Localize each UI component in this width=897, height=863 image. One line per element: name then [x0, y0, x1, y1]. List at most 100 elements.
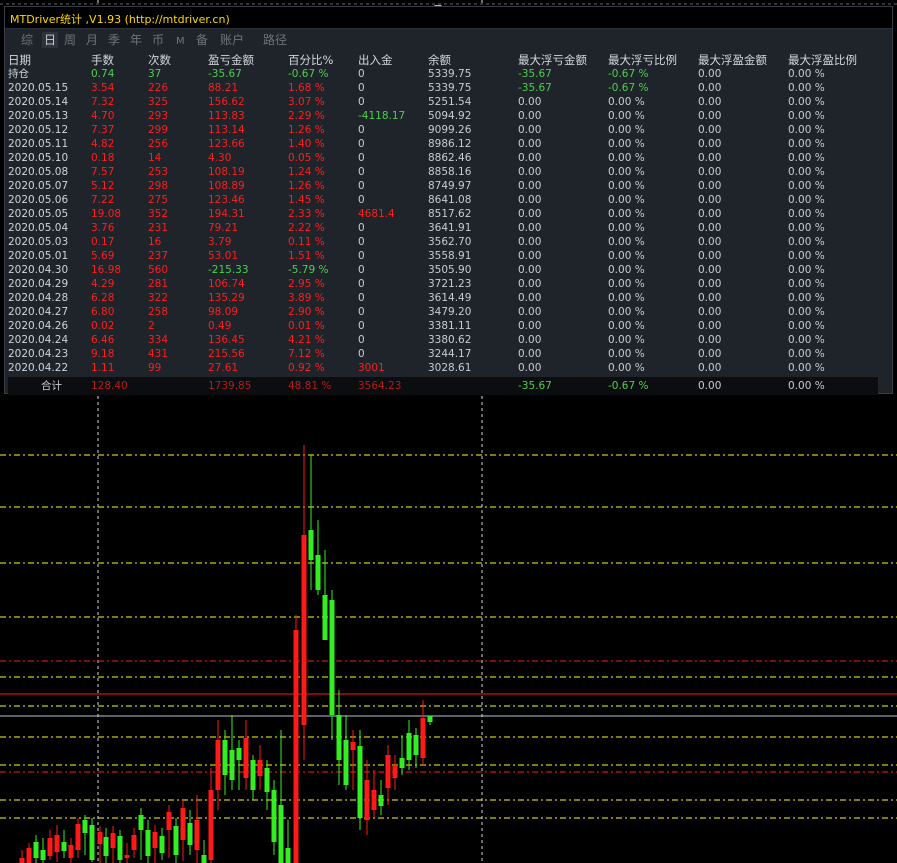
- table-cell: 0.00 %: [788, 222, 825, 234]
- table-row[interactable]: 2020.05.15 3.54 226 88.21 1.68 % 0 5339.75 -35.…: [8, 81, 878, 95]
- candle-body: [152, 832, 158, 848]
- total-cell: 128.40: [91, 377, 148, 395]
- tab-3[interactable]: 月: [86, 32, 98, 48]
- candle-body: [293, 630, 299, 863]
- candle-body: [350, 742, 356, 750]
- table-row[interactable]: 2020.05.06 7.22 275 123.46 1.45 % 0 8641.08 0.0…: [8, 193, 878, 207]
- candle-body: [343, 740, 349, 785]
- table-row[interactable]: 2020.05.03 0.17 16 3.79 0.11 % 0 3562.70 0.00 0.…: [8, 235, 878, 249]
- table-cell: 1.26 %: [288, 180, 325, 192]
- table-row[interactable]: 2020.05.12 7.37 299 113.14 1.26 % 0 9099.26 0.0…: [8, 123, 878, 137]
- table-row[interactable]: 持仓 0.74 37 -35.67 -0.67 % 0 5339.75 -35.67 -0.67…: [8, 67, 878, 81]
- table-cell: 113.14: [208, 124, 245, 136]
- tab-10[interactable]: 路径: [263, 32, 287, 48]
- panel-title-bar[interactable]: MTDriver统计 ,V1.93 (http://mtdriver.cn): [5, 7, 892, 29]
- header-cell: 日期: [8, 52, 31, 67]
- table-cell: 2020.05.12: [8, 124, 69, 136]
- table-row[interactable]: 2020.05.01 5.69 237 53.01 1.51 % 0 3558.91 0.00…: [8, 249, 878, 263]
- candle-body: [222, 740, 228, 775]
- table-cell: 37: [148, 68, 162, 80]
- table-cell: 2020.04.28: [8, 292, 69, 304]
- table-row[interactable]: 2020.05.14 7.32 325 156.62 3.07 % 0 5251.54 0.0…: [8, 95, 878, 109]
- table-row[interactable]: 2020.04.24 6.46 334 136.45 4.21 % 0 3380.62 0.0…: [8, 333, 878, 347]
- table-cell: -0.67 %: [608, 82, 649, 94]
- table-row[interactable]: 2020.05.04 3.76 231 79.21 2.22 % 0 3641.91 0.00…: [8, 221, 878, 235]
- table-cell: 135.29: [208, 292, 245, 304]
- table-cell: 2020.04.30: [8, 264, 69, 276]
- tab-2[interactable]: 周: [64, 32, 76, 48]
- table-cell: -4118.17: [358, 110, 406, 122]
- candle-body: [243, 738, 249, 778]
- table-cell: 6.80: [91, 306, 115, 318]
- header-cell: 百分比%: [288, 52, 334, 67]
- table-row[interactable]: 2020.05.10 0.18 14 4.30 0.05 % 0 8862.46 0.00 0.…: [8, 151, 878, 165]
- tab-7[interactable]: M: [176, 34, 185, 50]
- table-cell: 1.24 %: [288, 166, 325, 178]
- tab-4[interactable]: 季: [108, 32, 120, 48]
- table-cell: 0.00 %: [608, 110, 645, 122]
- table-cell: 0.00: [698, 96, 722, 108]
- table-row[interactable]: 2020.04.22 1.11 99 27.61 0.92 % 3001 3028.61 0.…: [8, 361, 878, 375]
- table-cell: 0.05 %: [288, 152, 325, 164]
- table-row[interactable]: 2020.05.07 5.12 298 108.89 1.26 % 0 8749.97 0.0…: [8, 179, 878, 193]
- table-cell: 0: [358, 264, 365, 276]
- table-cell: 108.19: [208, 166, 245, 178]
- candle-body: [406, 733, 412, 760]
- table-row[interactable]: 2020.04.29 4.29 281 106.74 2.95 % 0 3721.23 0.0…: [8, 277, 878, 291]
- table-cell: 16.98: [91, 264, 122, 276]
- candle-body: [413, 735, 419, 755]
- table-cell: 0.00: [698, 348, 722, 360]
- table-cell: -5.79 %: [288, 264, 329, 276]
- tab-0[interactable]: 综: [21, 32, 33, 48]
- table-cell: 0.00 %: [608, 236, 645, 248]
- table-cell: 2020.04.26: [8, 320, 69, 332]
- table-row[interactable]: 2020.04.30 16.98 560 -215.33 -5.79 % 0 3505.90…: [8, 263, 878, 277]
- candle-body: [420, 718, 426, 758]
- table-cell: 3558.91: [428, 250, 472, 262]
- candle-body: [194, 820, 200, 850]
- table-cell: 0.00 %: [788, 166, 825, 178]
- table-row[interactable]: 2020.04.27 6.80 258 98.09 2.90 % 0 3479.20 0.00…: [8, 305, 878, 319]
- table-cell: 7.12 %: [288, 348, 325, 360]
- table-cell: 0.00: [518, 334, 542, 346]
- candle-body: [159, 836, 165, 853]
- table-row[interactable]: 2020.05.08 7.57 253 108.19 1.24 % 0 8858.16 0.0…: [8, 165, 878, 179]
- table-cell: 0.00 %: [788, 306, 825, 318]
- table-cell: 0.00 %: [608, 96, 645, 108]
- candle-body: [103, 837, 109, 856]
- table-cell: 0.00 %: [608, 180, 645, 192]
- total-cell: -0.67 %: [608, 377, 698, 395]
- table-row[interactable]: 2020.04.23 9.18 431 215.56 7.12 % 0 3244.17 0.0…: [8, 347, 878, 361]
- table-cell: 2020.05.04: [8, 222, 69, 234]
- candle-body: [250, 760, 256, 790]
- tab-8[interactable]: 备: [196, 32, 208, 48]
- table-cell: 2020.05.14: [8, 96, 69, 108]
- table-row[interactable]: 2020.05.11 4.82 256 123.66 1.40 % 0 8986.12 0.0…: [8, 137, 878, 151]
- candle-body: [427, 716, 433, 722]
- table-row[interactable]: 2020.04.28 6.28 322 135.29 3.89 % 0 3614.49 0.0…: [8, 291, 878, 305]
- table-cell: 7.37: [91, 124, 115, 136]
- table-row[interactable]: 2020.05.13 4.70 293 113.83 2.29 % -4118.17 509…: [8, 109, 878, 123]
- table-row[interactable]: 2020.04.26 0.02 2 0.49 0.01 % 0 3381.11 0.00 0.0…: [8, 319, 878, 333]
- table-cell: 0.00: [518, 320, 542, 332]
- tab-1[interactable]: 日: [42, 32, 59, 48]
- table-cell: 0.00 %: [608, 124, 645, 136]
- table-cell: 0.00: [518, 152, 542, 164]
- table-cell: 4.82: [91, 138, 115, 150]
- tab-6[interactable]: 币: [152, 32, 164, 48]
- tab-9[interactable]: 账户: [220, 32, 244, 48]
- table-cell: 0.00: [518, 250, 542, 262]
- candle-body: [117, 836, 123, 860]
- table-cell: 0.00: [518, 96, 542, 108]
- stats-panel: MTDriver统计 ,V1.93 (http://mtdriver.cn) 综…: [4, 6, 893, 395]
- table-row[interactable]: 2020.05.05 19.08 352 194.31 2.33 % 4681.4 8517…: [8, 207, 878, 221]
- table-cell: 2.95 %: [288, 278, 325, 290]
- table-cell: 0: [358, 348, 365, 360]
- table-cell: 0.00: [518, 348, 542, 360]
- table-cell: 3505.90: [428, 264, 472, 276]
- table-cell: 0.00: [518, 208, 542, 220]
- candle-body: [173, 826, 179, 855]
- table-cell: 7.22: [91, 194, 115, 206]
- tab-5[interactable]: 年: [130, 32, 142, 48]
- table-cell: 0.00: [698, 124, 722, 136]
